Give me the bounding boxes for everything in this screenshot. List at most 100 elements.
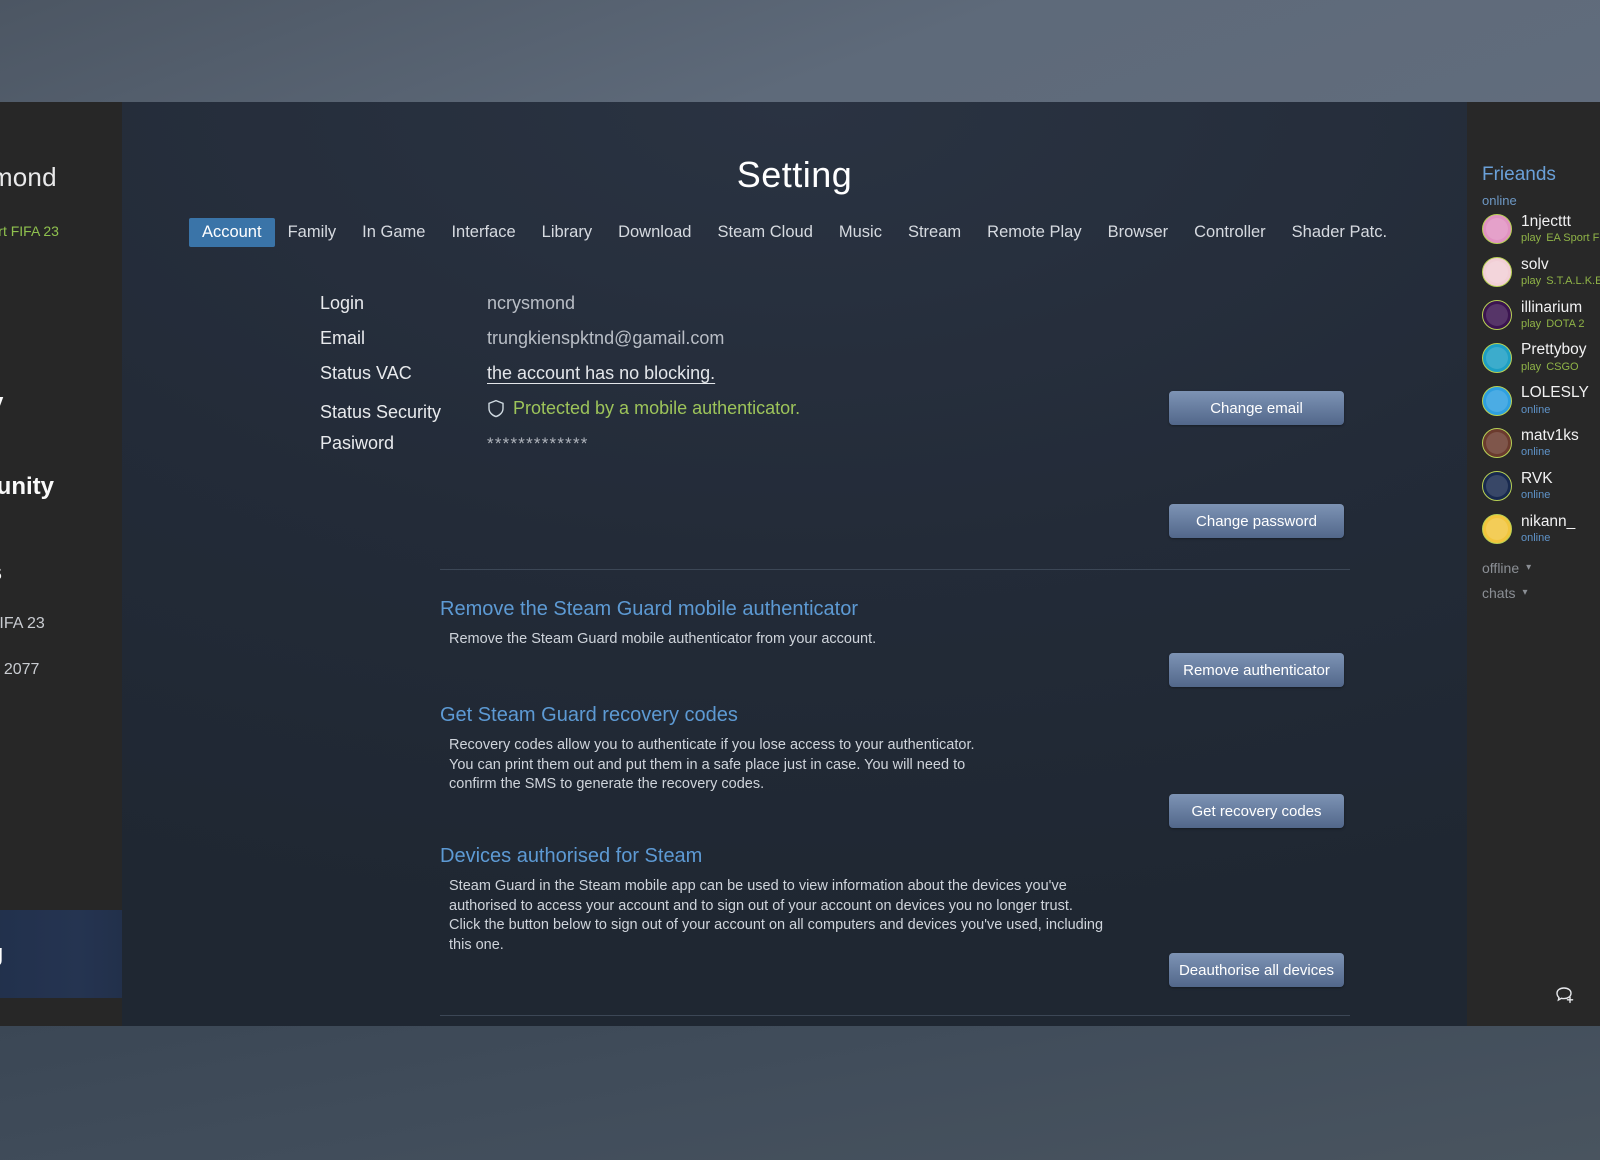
avatar <box>1482 428 1512 459</box>
deauthorise-all-devices-button[interactable]: Deauthorise all devices <box>1169 953 1344 987</box>
friend-list-item[interactable]: matv1ks online <box>1467 422 1600 465</box>
avatar <box>1482 385 1512 416</box>
tab-stream[interactable]: Stream <box>895 218 974 247</box>
divider-bottom <box>440 1015 1350 1016</box>
section-line: authorised to access your account and to… <box>449 897 1073 914</box>
sidebar-item-setting[interactable]: Setting <box>0 910 122 998</box>
friend-status: online <box>1521 489 1551 502</box>
section-body-devices-authorised: Steam Guard in the Steam mobile app can … <box>440 878 1340 955</box>
friend-state: play <box>1521 232 1542 245</box>
account-label-status-vac: Status VAC <box>320 363 412 383</box>
friend-list-item[interactable]: 1njecttt play EA Sport F <box>1467 208 1600 251</box>
sidebar-item-setting-label: Setting <box>0 940 3 968</box>
chevron-down-icon[interactable]: ▾ <box>1522 587 1527 598</box>
friend-list-item[interactable]: LOLESLY online <box>1467 379 1600 422</box>
desktop-backdrop-top <box>0 0 1600 102</box>
section-recovery-codes: Get Steam Guard recovery codes Recovery … <box>440 704 1340 796</box>
friend-list-item[interactable]: nikann_ online <box>1467 508 1600 551</box>
settings-tab-bar: Account Family In Game Interface Library… <box>122 218 1467 247</box>
section-line: this one. <box>449 937 504 954</box>
account-value-status-security: Protected by a mobile authenticator. <box>513 398 801 418</box>
tab-download[interactable]: Download <box>605 218 704 247</box>
friend-status: play S.T.A.L.K.E <box>1521 275 1600 288</box>
chevron-down-icon[interactable]: ▾ <box>1526 562 1531 573</box>
friend-status: play CSGO <box>1521 360 1586 374</box>
settings-main-panel: Setting Account Family In Game Interface… <box>122 102 1467 1026</box>
account-value-status-security-wrap: Protected by a mobile authenticator. <box>487 398 800 419</box>
profile-block[interactable]: nCrysmond online ▾ play EA Sport FIFA 23 <box>0 102 122 239</box>
friend-list-item[interactable]: solv play S.T.A.L.K.E <box>1467 251 1600 294</box>
tab-browser[interactable]: Browser <box>1095 218 1182 247</box>
friend-game: S.T.A.L.K.E <box>1546 275 1600 288</box>
sidebar-game-cyberpunk2077[interactable]: Cyberpunk 2077 <box>0 661 122 679</box>
tab-family[interactable]: Family <box>275 218 350 247</box>
tab-in-game[interactable]: In Game <box>349 218 438 247</box>
friend-state: play <box>1521 275 1542 288</box>
sidebar-item-library[interactable]: Library <box>0 389 122 417</box>
avatar <box>1482 300 1512 331</box>
friend-status: online <box>1521 403 1551 416</box>
friend-status: online <box>1521 446 1551 459</box>
friend-game: DOTA 2 <box>1546 317 1585 330</box>
friend-name: matv1ks <box>1521 427 1579 445</box>
get-recovery-codes-button[interactable]: Get recovery codes <box>1169 794 1344 828</box>
friends-sidebar: Frieands online 1njecttt play EA Sport F … <box>1467 102 1600 1026</box>
tab-remote-play[interactable]: Remote Play <box>974 218 1094 247</box>
account-row-password: Pasiword ************* <box>320 433 1467 468</box>
page-title: Setting <box>736 154 853 195</box>
account-label-email: Email <box>320 328 366 348</box>
change-email-button[interactable]: Change email <box>1169 391 1344 425</box>
section-remove-authenticator: Remove the Steam Guard mobile authentica… <box>440 598 1340 651</box>
sidebar-games-heading: Games <box>0 559 122 587</box>
friends-group-chats[interactable]: chats ▾ <box>1467 576 1600 601</box>
change-password-button[interactable]: Change password <box>1169 504 1344 538</box>
account-row-login: Login ncrysmond <box>320 293 1467 328</box>
section-line: You can print them out and put them in a… <box>449 756 966 773</box>
tab-account[interactable]: Account <box>188 218 275 247</box>
friends-online-heading[interactable]: online <box>1467 186 1600 208</box>
friend-list-item[interactable]: illinarium play DOTA 2 <box>1467 294 1600 337</box>
profile-status[interactable]: online ▾ <box>0 199 122 215</box>
section-title-recovery-codes[interactable]: Get Steam Guard recovery codes <box>440 704 1340 727</box>
profile-playing-label: play EA Sport FIFA 23 <box>0 223 59 239</box>
sidebar-game-fifa23[interactable]: EA Sport FIFA 23 <box>0 615 122 633</box>
friend-list-item[interactable]: RVK online <box>1467 465 1600 508</box>
add-chat-icon[interactable] <box>1555 986 1577 1011</box>
avatar <box>1482 214 1512 245</box>
friend-list-item[interactable]: Prettyboy play CSGO <box>1467 336 1600 379</box>
section-title-remove-authenticator[interactable]: Remove the Steam Guard mobile authentica… <box>440 598 1340 621</box>
tab-music[interactable]: Music <box>826 218 895 247</box>
account-value-status-vac: the account has no blocking. <box>487 363 716 383</box>
tab-interface[interactable]: Interface <box>438 218 528 247</box>
tab-steam-cloud[interactable]: Steam Cloud <box>704 218 825 247</box>
account-label-password: Pasiword <box>320 433 395 453</box>
section-devices-authorised: Devices authorised for Steam Steam Guard… <box>440 845 1340 957</box>
shield-icon <box>487 399 505 418</box>
friends-panel-title: Frieands <box>1482 164 1556 185</box>
tab-controller[interactable]: Controller <box>1181 218 1279 247</box>
account-value-email: trungkienspktnd@gamail.com <box>487 328 725 348</box>
account-label-status-security: Status Security <box>320 402 442 422</box>
steam-client-window: nCrysmond online ▾ play EA Sport FIFA 23… <box>0 102 1600 1026</box>
tab-library[interactable]: Library <box>529 218 605 247</box>
section-line: confirm the SMS to generate the recovery… <box>449 776 765 793</box>
section-body-remove-authenticator: Remove the Steam Guard mobile authentica… <box>440 631 1340 649</box>
friend-name: RVK <box>1521 469 1553 487</box>
avatar <box>1482 471 1512 502</box>
sidebar-item-store[interactable]: Store <box>0 305 122 333</box>
friend-name: nikann_ <box>1521 512 1576 530</box>
sidebar-item-community[interactable]: Community <box>0 473 122 501</box>
account-info-table: Login ncrysmond Email trungkienspktnd@ga… <box>320 293 1467 468</box>
friend-game: CSGO <box>1546 360 1579 373</box>
section-body-recovery-codes: Recovery codes allow you to authenticate… <box>440 737 1340 794</box>
section-line: Recovery codes allow you to authenticate… <box>449 737 975 753</box>
friend-game: EA Sport F <box>1546 232 1600 245</box>
friend-name: solv <box>1521 255 1549 273</box>
tab-shader[interactable]: Shader Patc. <box>1279 218 1400 247</box>
remove-authenticator-button[interactable]: Remove authenticator <box>1169 653 1344 687</box>
profile-name: nCrysmond <box>0 162 57 192</box>
section-title-devices-authorised[interactable]: Devices authorised for Steam <box>440 845 1340 868</box>
account-row-email: Email trungkienspktnd@gamail.com <box>320 328 1467 363</box>
friend-name: Prettyboy <box>1521 341 1587 359</box>
friends-group-offline[interactable]: offline ▾ <box>1467 551 1600 576</box>
